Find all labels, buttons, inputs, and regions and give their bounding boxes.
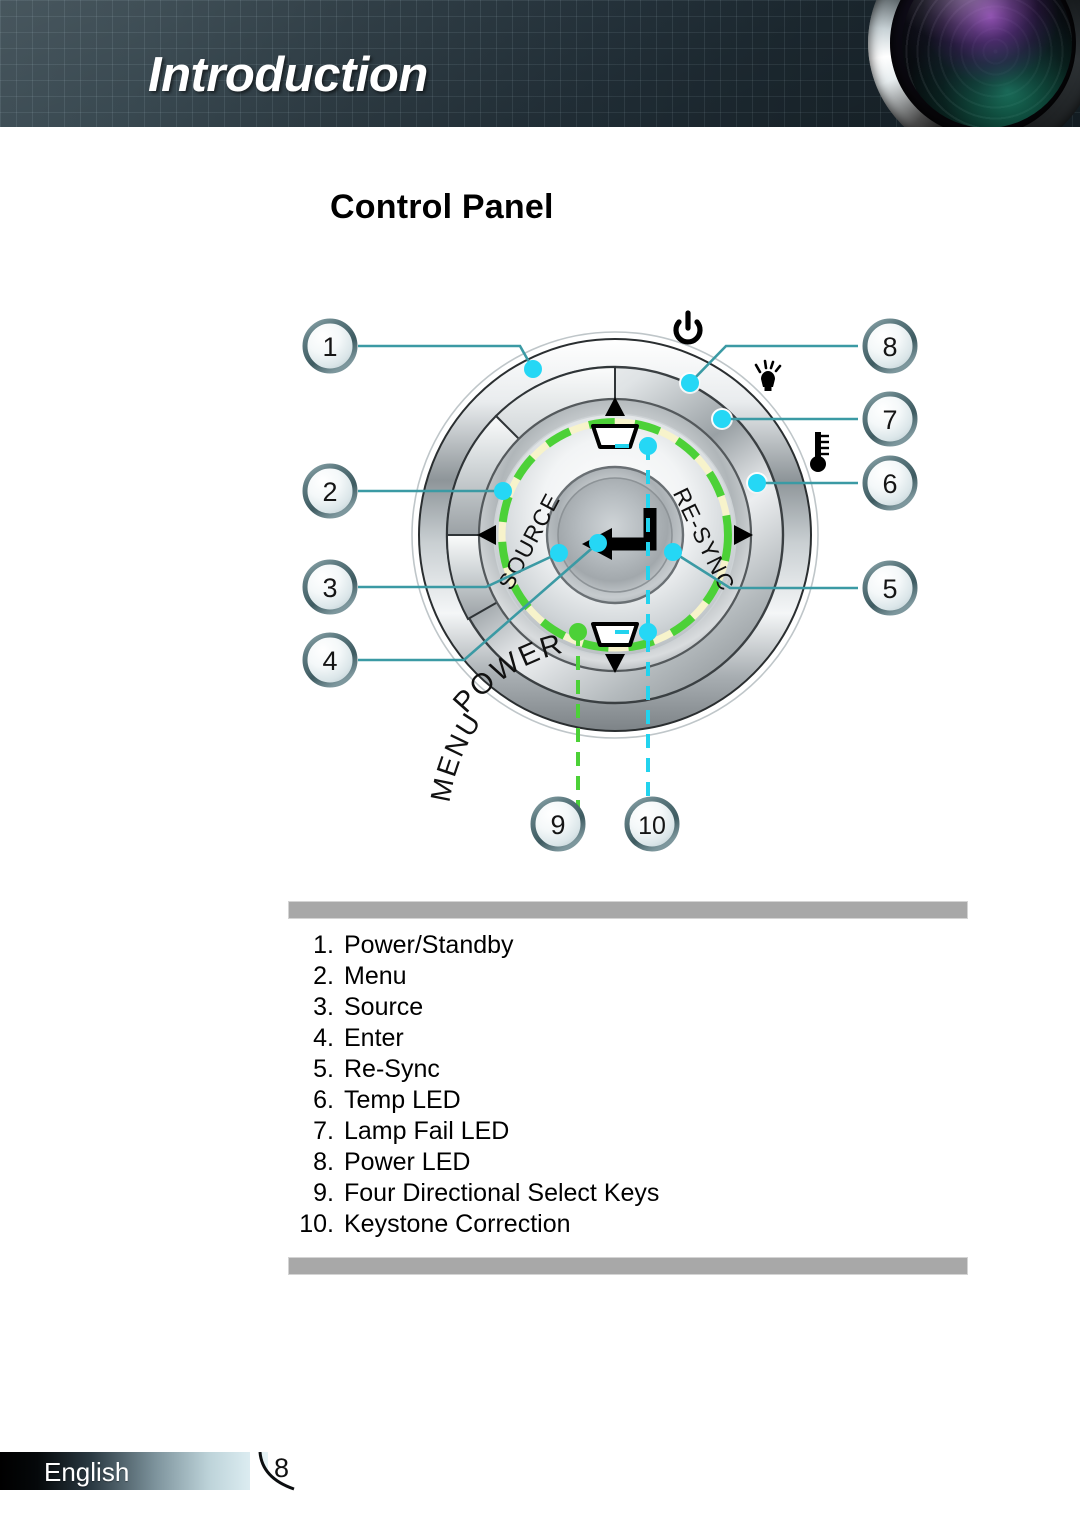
legend-number: 7. <box>313 1117 334 1145</box>
legend-label: Source <box>344 993 424 1021</box>
callout-badge-5[interactable]: 5 <box>862 560 918 616</box>
footer-language-label: English <box>44 1457 130 1487</box>
legend-label: Lamp Fail LED <box>344 1117 510 1145</box>
keystone-trapezoid-down-icon[interactable] <box>591 622 639 647</box>
camera-lens-icon <box>868 0 1080 127</box>
callout-badge-6[interactable]: 6 <box>862 455 918 511</box>
callout-badge-3[interactable]: 3 <box>302 559 358 615</box>
power-symbol-icon <box>673 310 703 345</box>
legend-number: 2. <box>313 962 334 990</box>
legend-number: 4. <box>313 1024 334 1052</box>
footer-gradient-bar <box>0 1452 268 1490</box>
legend-number: 6. <box>313 1086 334 1114</box>
page-title: Introduction <box>148 48 428 102</box>
callout-badge-10[interactable]: 10 <box>624 796 680 852</box>
callout-badge-1[interactable]: 1 <box>302 318 358 374</box>
legend-label: Power LED <box>344 1148 471 1176</box>
list-item: 4. Enter <box>288 1024 978 1055</box>
list-item: 6. Temp LED <box>288 1086 978 1117</box>
legend-label: Menu <box>344 962 407 990</box>
page-header-banner: Introduction <box>0 0 1080 127</box>
callout-badge-4[interactable]: 4 <box>302 632 358 688</box>
footer-page-number: 8 <box>274 1453 290 1483</box>
callout-badge-9[interactable]: 9 <box>530 796 586 852</box>
section-heading: Control Panel <box>330 188 554 226</box>
control-panel-diagram: POWER MENU SOURCE RE-SYNC 1 2 3 4 5 6 7 … <box>0 300 1080 870</box>
page-footer: English 8 <box>0 1452 320 1492</box>
menu-label: MENU <box>425 706 486 804</box>
legend-top-rule <box>288 901 968 919</box>
callout-badge-10-number: 10 <box>638 812 666 840</box>
legend-number: 9. <box>313 1179 334 1207</box>
list-item: 10. Keystone Correction <box>288 1210 978 1241</box>
callout-badge-8[interactable]: 8 <box>862 318 918 374</box>
keystone-trapezoid-up-icon[interactable] <box>591 424 639 449</box>
legend-label: Re-Sync <box>344 1055 440 1083</box>
legend-number: 10. <box>299 1210 334 1238</box>
legend-number: 3. <box>313 993 334 1021</box>
callout-badge-1-number: 1 <box>322 332 337 362</box>
callout-badge-7[interactable]: 7 <box>862 391 918 447</box>
legend-label: Power/Standby <box>344 931 514 959</box>
footer-curve-notch <box>250 1452 296 1492</box>
lamp-bulb-icon <box>754 359 782 391</box>
callout-badge-8-number: 8 <box>882 332 897 362</box>
svg-text:MENU: MENU <box>425 706 488 804</box>
list-item: 8. Power LED <box>288 1148 978 1179</box>
legend-bottom-rule <box>288 1257 968 1275</box>
legend-number: 5. <box>313 1055 334 1083</box>
callout-badge-4-number: 4 <box>322 646 337 676</box>
list-item: 1. Power/Standby <box>288 931 978 962</box>
callout-badge-2-number: 2 <box>322 477 337 507</box>
list-item: 3. Source <box>288 993 978 1024</box>
list-item: 9. Four Directional Select Keys <box>288 1179 978 1210</box>
list-item: 7. Lamp Fail LED <box>288 1117 978 1148</box>
control-panel-legend-list: 1. Power/Standby 2. Menu 3. Source 4. En… <box>288 931 978 1241</box>
legend-number: 8. <box>313 1148 334 1176</box>
list-item: 5. Re-Sync <box>288 1055 978 1086</box>
callout-badge-3-number: 3 <box>322 573 337 603</box>
legend-label: Four Directional Select Keys <box>344 1179 660 1207</box>
legend-label: Enter <box>344 1024 404 1052</box>
callout-9-anchor-dot <box>569 623 587 641</box>
callout-badge-6-number: 6 <box>882 469 897 499</box>
legend-number: 1. <box>313 931 334 959</box>
callout-badge-7-number: 7 <box>882 405 897 435</box>
callout-badge-2[interactable]: 2 <box>302 463 358 519</box>
callout-badge-5-number: 5 <box>882 574 897 604</box>
thermometer-icon <box>810 432 829 472</box>
list-item: 2. Menu <box>288 962 978 993</box>
callout-badge-9-number: 9 <box>550 810 565 840</box>
legend-label: Temp LED <box>344 1086 461 1114</box>
legend-label: Keystone Correction <box>344 1210 571 1238</box>
